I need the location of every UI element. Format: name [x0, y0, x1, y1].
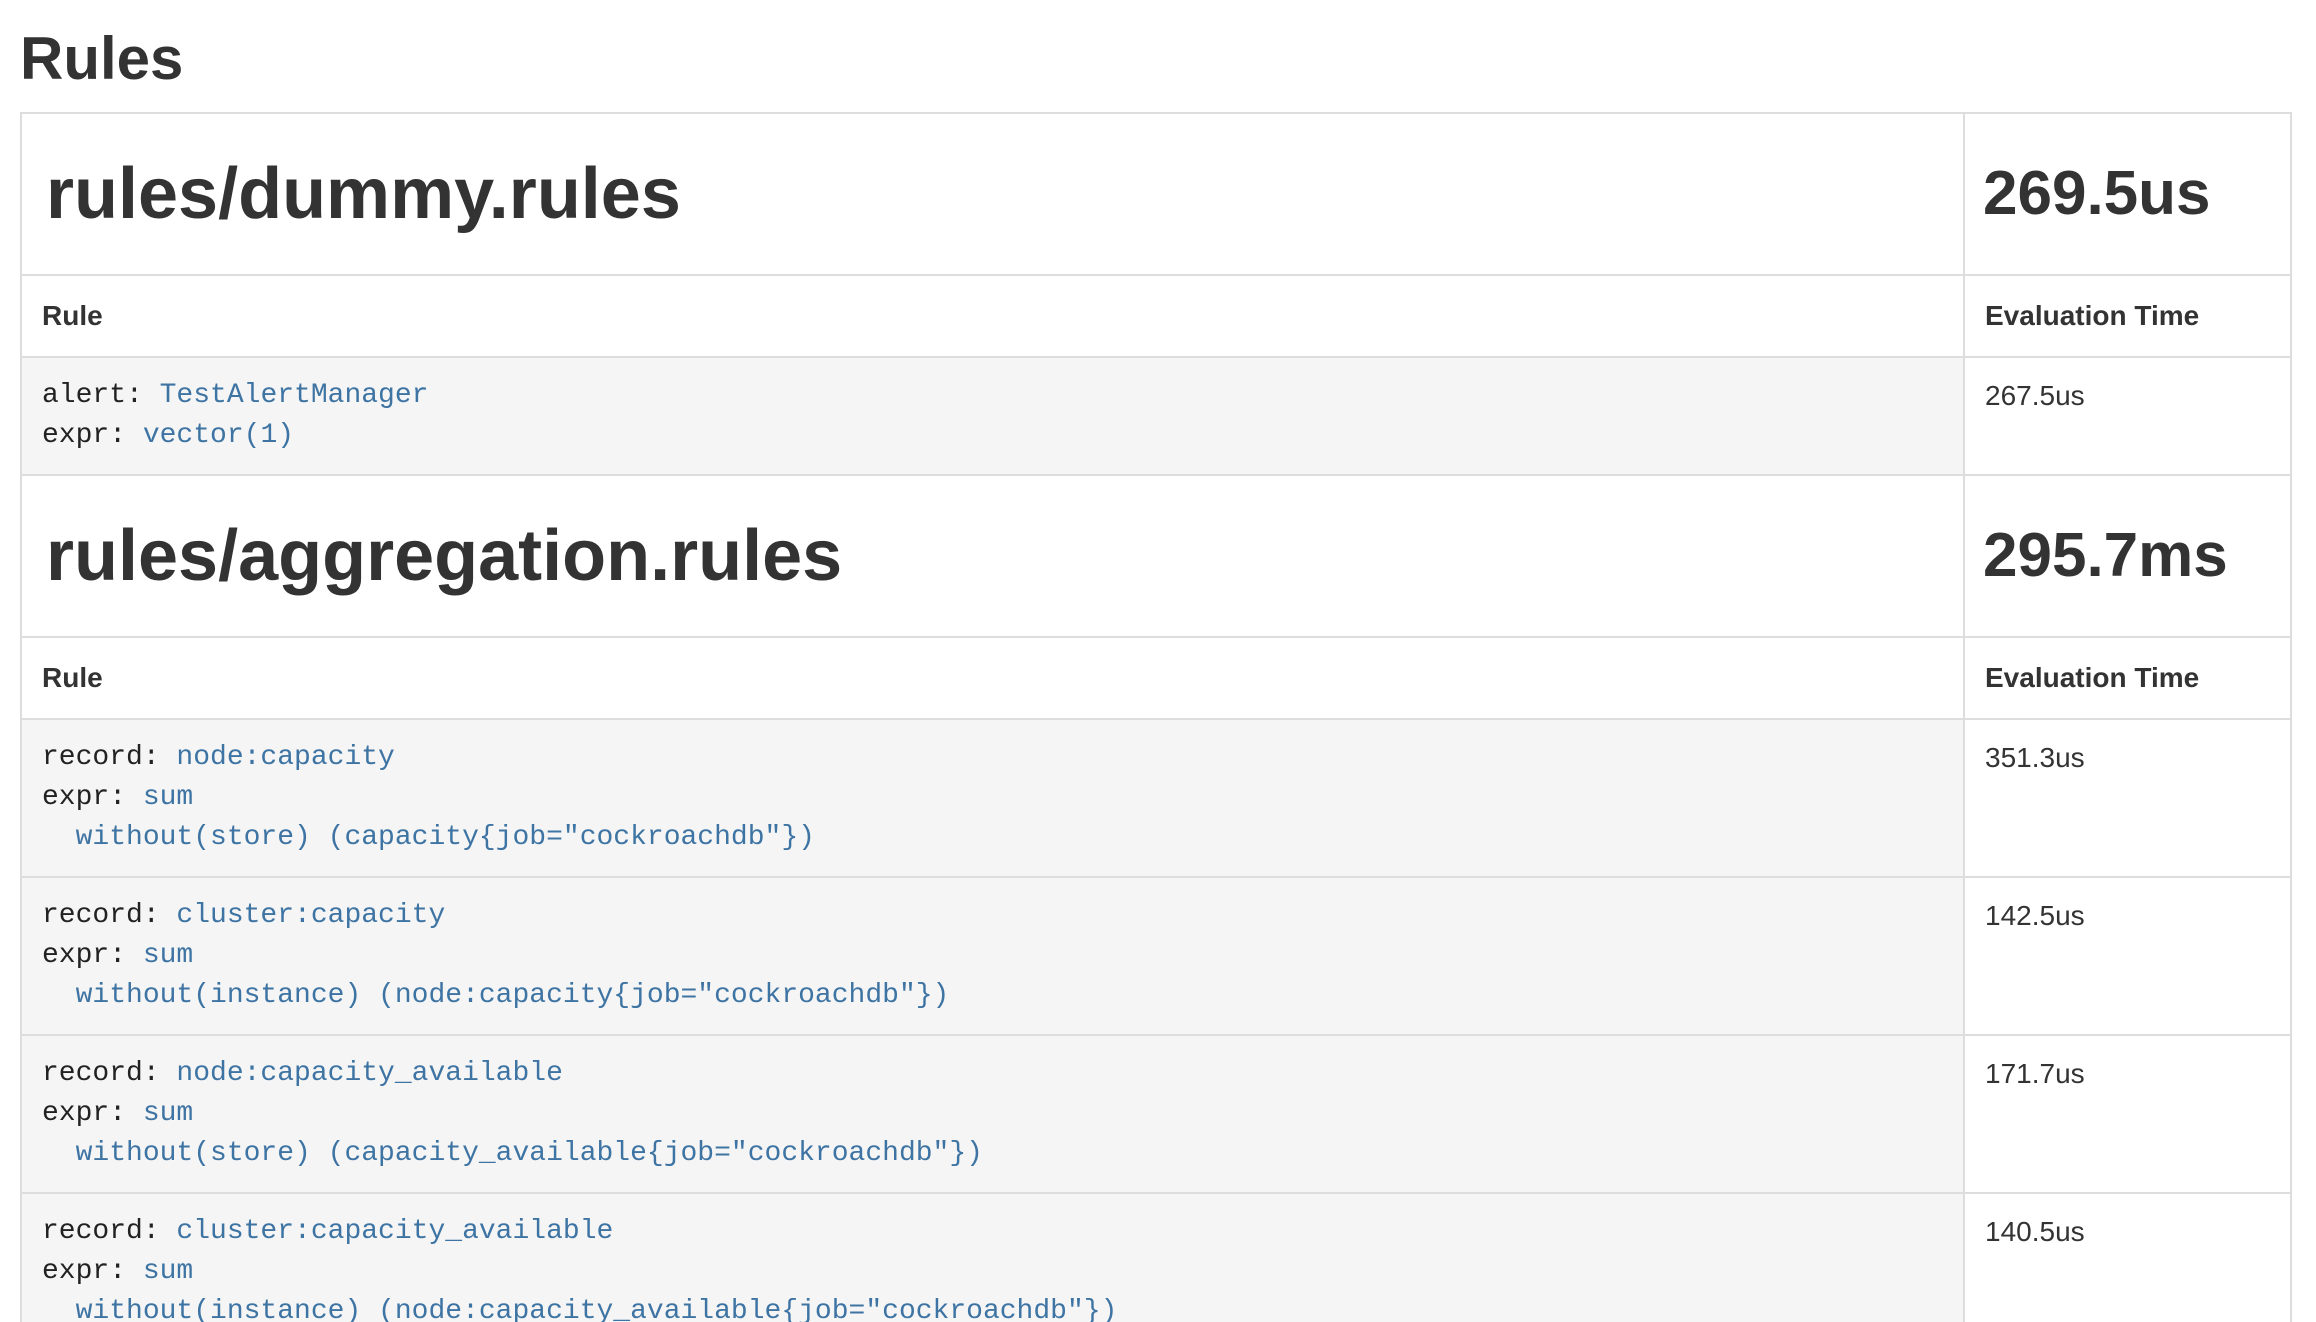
rule-column-header: Rule: [21, 275, 1964, 357]
rule-group-file-name: rules/dummy.rules: [46, 154, 1963, 234]
rule-expression-link[interactable]: without(instance) (node:capacity_availab…: [42, 1296, 1117, 1322]
rule-definition-cell: record: cluster:capacity_available expr:…: [21, 1193, 1964, 1322]
rule-column-header: Rule: [21, 637, 1964, 719]
rule-field-key: expr:: [42, 420, 143, 451]
rule-row: alert: TestAlertManager expr: vector(1) …: [21, 357, 2291, 475]
rule-evaluation-time: 142.5us: [1964, 877, 2291, 1035]
rule-expression-link[interactable]: cluster:capacity: [176, 900, 445, 931]
rule-expression-link[interactable]: node:capacity_available: [176, 1058, 562, 1089]
evaluation-time-column-header: Evaluation Time: [1964, 275, 2291, 357]
page-title: Rules: [20, 26, 2316, 92]
rule-field-key: alert:: [42, 380, 160, 411]
rule-group-file-name: rules/aggregation.rules: [46, 516, 1963, 596]
rule-row: record: node:capacity_available expr: su…: [21, 1035, 2291, 1193]
rule-evaluation-time: 140.5us: [1964, 1193, 2291, 1322]
rule-definition-cell: record: node:capacity_available expr: su…: [21, 1035, 1964, 1193]
rule-code: record: node:capacity_available expr: su…: [22, 1036, 1963, 1192]
rule-group-header-row: rules/aggregation.rules 295.7ms: [21, 475, 2291, 637]
rule-row: record: cluster:capacity_available expr:…: [21, 1193, 2291, 1322]
rule-group-name-cell: rules/dummy.rules: [21, 113, 1964, 275]
rule-expression-link[interactable]: sum: [143, 782, 193, 813]
rule-definition-cell: alert: TestAlertManager expr: vector(1): [21, 357, 1964, 475]
rule-row: record: cluster:capacity expr: sum witho…: [21, 877, 2291, 1035]
rule-evaluation-time: 171.7us: [1964, 1035, 2291, 1193]
rule-group-evaluation-time: 295.7ms: [1983, 516, 2290, 596]
rule-expression-link[interactable]: sum: [143, 940, 193, 971]
rule-definition-cell: record: cluster:capacity expr: sum witho…: [21, 877, 1964, 1035]
rule-field-key: expr:: [42, 782, 143, 813]
rule-expression-link[interactable]: without(store) (capacity{job="cockroachd…: [42, 822, 815, 853]
rule-evaluation-time: 351.3us: [1964, 719, 2291, 877]
evaluation-time-column-header: Evaluation Time: [1964, 637, 2291, 719]
rule-group-evaluation-time: 269.5us: [1983, 154, 2290, 234]
rule-expression-link[interactable]: without(instance) (node:capacity{job="co…: [42, 980, 949, 1011]
rule-field-key: record:: [42, 1058, 176, 1089]
rule-group-name-cell: rules/aggregation.rules: [21, 475, 1964, 637]
rule-row: record: node:capacity expr: sum without(…: [21, 719, 2291, 877]
rule-field-key: record:: [42, 1216, 176, 1247]
rule-expression-link[interactable]: TestAlertManager: [160, 380, 429, 411]
column-header-row: Rule Evaluation Time: [21, 275, 2291, 357]
rule-field-key: expr:: [42, 1256, 143, 1287]
rule-code: record: cluster:capacity_available expr:…: [22, 1194, 1963, 1322]
rule-group-header-row: rules/dummy.rules 269.5us: [21, 113, 2291, 275]
rule-expression-link[interactable]: cluster:capacity_available: [176, 1216, 613, 1247]
rule-field-key: expr:: [42, 1098, 143, 1129]
rule-definition-cell: record: node:capacity expr: sum without(…: [21, 719, 1964, 877]
rules-table: rules/dummy.rules 269.5us Rule Evaluatio…: [20, 112, 2292, 1322]
rule-expression-link[interactable]: node:capacity: [176, 742, 394, 773]
rule-code: record: cluster:capacity expr: sum witho…: [22, 878, 1963, 1034]
rule-code: alert: TestAlertManager expr: vector(1): [22, 358, 1963, 474]
rule-expression-link[interactable]: sum: [143, 1256, 193, 1287]
rule-expression-link[interactable]: without(store) (capacity_available{job="…: [42, 1138, 983, 1169]
rule-field-key: expr:: [42, 940, 143, 971]
rule-field-key: record:: [42, 900, 176, 931]
rule-group-time-cell: 269.5us: [1964, 113, 2291, 275]
rule-code: record: node:capacity expr: sum without(…: [22, 720, 1963, 876]
rule-expression-link[interactable]: sum: [143, 1098, 193, 1129]
rule-field-key: record:: [42, 742, 176, 773]
rule-expression-link[interactable]: vector(1): [143, 420, 294, 451]
rule-group-time-cell: 295.7ms: [1964, 475, 2291, 637]
column-header-row: Rule Evaluation Time: [21, 637, 2291, 719]
rule-evaluation-time: 267.5us: [1964, 357, 2291, 475]
